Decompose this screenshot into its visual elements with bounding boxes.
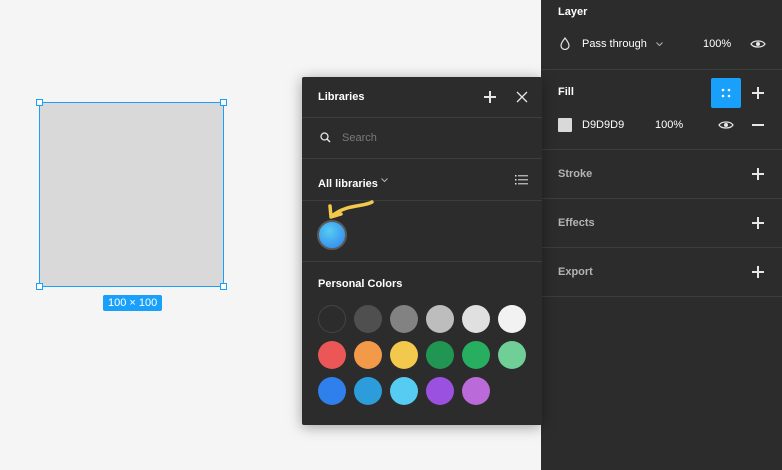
- personal-color-swatch[interactable]: [318, 341, 346, 369]
- personal-color-swatch[interactable]: [426, 341, 454, 369]
- layer-opacity[interactable]: 100%: [703, 38, 731, 50]
- size-label: 100 × 100: [103, 295, 163, 311]
- chevron-down-icon: [381, 178, 388, 183]
- resize-handle-top-left[interactable]: [36, 99, 43, 106]
- personal-color-swatch[interactable]: [354, 377, 382, 405]
- list-view-icon[interactable]: [515, 174, 528, 185]
- personal-color-swatch[interactable]: [354, 305, 382, 333]
- add-library-button[interactable]: [484, 91, 496, 103]
- add-fill-button[interactable]: [752, 87, 764, 99]
- add-stroke-button[interactable]: [752, 168, 764, 180]
- personal-color-swatch[interactable]: [462, 305, 490, 333]
- search-input[interactable]: Search: [342, 132, 377, 144]
- stroke-title: Stroke: [558, 168, 593, 180]
- fill-swatch[interactable]: [558, 118, 572, 132]
- personal-color-swatch[interactable]: [390, 341, 418, 369]
- fill-opacity[interactable]: 100%: [655, 119, 683, 131]
- personal-color-swatch[interactable]: [318, 305, 346, 333]
- libraries-title: Libraries: [318, 91, 365, 103]
- personal-color-swatch[interactable]: [426, 377, 454, 405]
- layer-section: Layer Pass through 100%: [541, 0, 782, 70]
- personal-color-swatch[interactable]: [390, 377, 418, 405]
- blend-mode-label: Pass through: [582, 38, 647, 50]
- rectangle-shape[interactable]: [39, 102, 224, 287]
- add-export-button[interactable]: [752, 266, 764, 278]
- layer-title: Layer: [558, 6, 588, 18]
- pointer-arrow-icon: [328, 200, 374, 219]
- personal-colors-title: Personal Colors: [318, 278, 403, 290]
- effects-section: Effects: [541, 198, 782, 248]
- search-row: [302, 118, 542, 159]
- fill-section: Fill D9D9D9 100%: [541, 69, 782, 150]
- fill-title: Fill: [558, 86, 574, 98]
- close-icon[interactable]: [516, 91, 528, 103]
- libraries-popup: Libraries Search All libraries Personal …: [302, 77, 542, 425]
- eye-icon[interactable]: [750, 39, 766, 49]
- style-grid-icon: [721, 88, 731, 98]
- fill-eye-icon[interactable]: [718, 120, 734, 130]
- remove-fill-button[interactable]: [752, 124, 764, 126]
- document-color-style[interactable]: [317, 220, 347, 250]
- library-filter-row: All libraries: [302, 159, 542, 201]
- personal-color-swatch[interactable]: [498, 341, 526, 369]
- document-styles-row: [302, 200, 542, 262]
- style-grid-button[interactable]: [711, 78, 741, 108]
- personal-color-swatch[interactable]: [426, 305, 454, 333]
- export-section: Export: [541, 247, 782, 297]
- personal-color-swatch[interactable]: [498, 305, 526, 333]
- stroke-section: Stroke: [541, 149, 782, 199]
- all-libraries-dropdown[interactable]: All libraries: [318, 174, 398, 190]
- chevron-down-icon: [656, 42, 663, 47]
- add-effect-button[interactable]: [752, 217, 764, 229]
- fill-hex[interactable]: D9D9D9: [582, 119, 624, 131]
- personal-color-swatch[interactable]: [462, 341, 490, 369]
- droplet-icon: [560, 37, 570, 50]
- export-title: Export: [558, 266, 593, 278]
- effects-title: Effects: [558, 217, 595, 229]
- properties-panel: Layer Pass through 100% Fill D9D9D9 100%: [541, 0, 782, 470]
- resize-handle-top-right[interactable]: [220, 99, 227, 106]
- search-icon: [320, 132, 331, 143]
- resize-handle-bottom-left[interactable]: [36, 283, 43, 290]
- libraries-header: Libraries: [302, 77, 542, 118]
- blend-mode-dropdown[interactable]: Pass through: [582, 38, 672, 52]
- personal-color-swatch[interactable]: [354, 341, 382, 369]
- personal-color-swatch[interactable]: [318, 377, 346, 405]
- resize-handle-bottom-right[interactable]: [220, 283, 227, 290]
- personal-color-swatch[interactable]: [462, 377, 490, 405]
- all-libraries-label: All libraries: [318, 178, 378, 190]
- personal-color-swatch[interactable]: [390, 305, 418, 333]
